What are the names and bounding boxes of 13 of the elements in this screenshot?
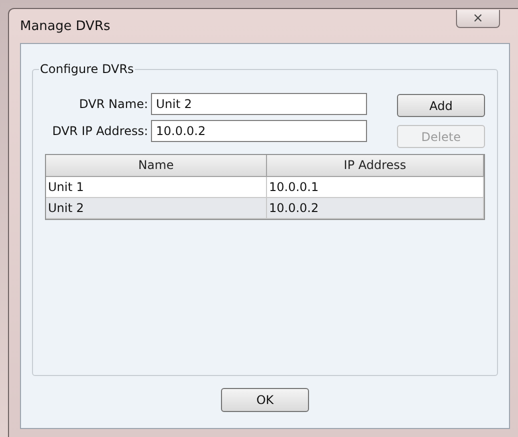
close-button[interactable]: ⨯ bbox=[456, 10, 500, 28]
field-label: DVR Name: bbox=[78, 97, 149, 111]
input-field[interactable]: Unit 2 bbox=[151, 93, 367, 115]
window-title: Manage DVRs bbox=[20, 18, 112, 34]
table-cell[interactable]: Unit 2 bbox=[46, 198, 267, 219]
button[interactable]: Add bbox=[397, 94, 485, 117]
column-header[interactable]: Name bbox=[46, 155, 267, 177]
input-field[interactable]: 10.0.0.2 bbox=[151, 120, 367, 142]
ok-button[interactable]: OK bbox=[221, 388, 309, 412]
group-title: Configure DVRs bbox=[39, 62, 135, 76]
column-header[interactable]: IP Address bbox=[267, 155, 484, 177]
table-cell[interactable]: 10.0.0.2 bbox=[267, 198, 484, 219]
field-label: DVR IP Address: bbox=[51, 124, 149, 138]
